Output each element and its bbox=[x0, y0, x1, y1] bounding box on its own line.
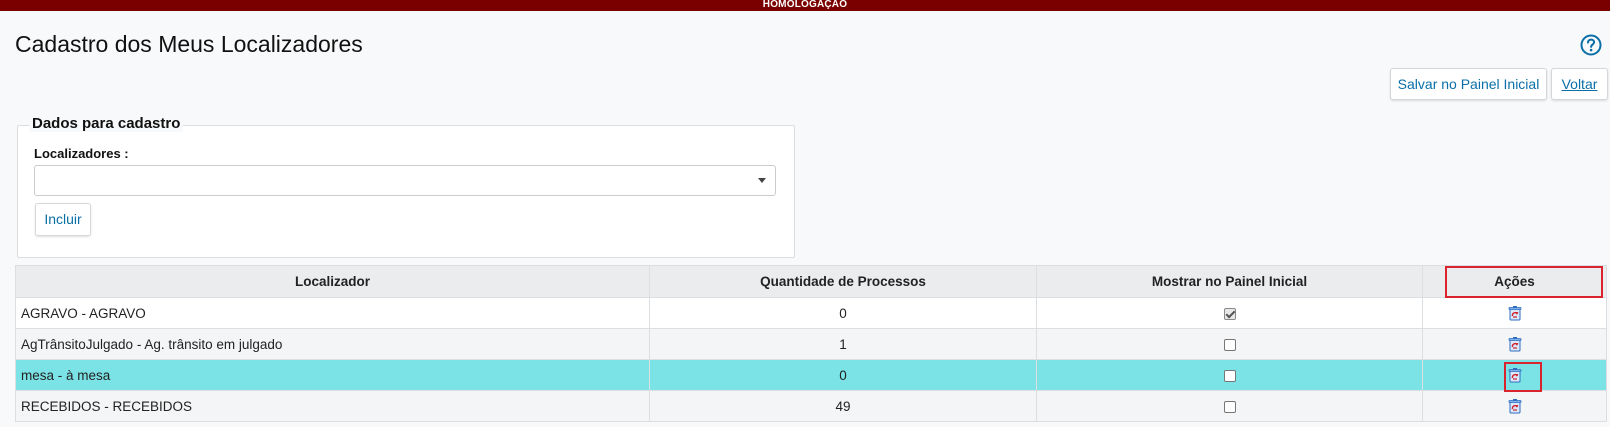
show-on-dashboard-checkbox[interactable] bbox=[1223, 338, 1236, 351]
trash-icon[interactable] bbox=[1507, 398, 1523, 414]
table-row[interactable]: AgTrânsitoJulgado - Ag. trânsito em julg… bbox=[15, 328, 1607, 360]
show-on-dashboard-checkbox[interactable] bbox=[1223, 307, 1236, 320]
show-on-dashboard-checkbox[interactable] bbox=[1223, 400, 1236, 413]
cell-quantidade: 0 bbox=[649, 297, 1037, 329]
column-header-localizador: Localizador bbox=[15, 265, 650, 298]
trash-icon[interactable] bbox=[1507, 305, 1523, 321]
trash-icon[interactable] bbox=[1507, 367, 1523, 383]
fieldset-legend: Dados para cadastro bbox=[29, 115, 184, 132]
table-row[interactable]: mesa - à mesa 0 bbox=[15, 359, 1607, 391]
trash-icon[interactable] bbox=[1507, 336, 1523, 352]
help-icon[interactable] bbox=[1580, 34, 1602, 56]
environment-banner: HOMOLOGAÇÃO bbox=[0, 0, 1610, 11]
localizadores-table: Localizador Quantidade de Processos Most… bbox=[15, 265, 1607, 422]
column-header-quantidade: Quantidade de Processos bbox=[649, 265, 1037, 298]
localizadores-select[interactable] bbox=[34, 165, 776, 196]
localizadores-label: Localizadores : bbox=[34, 146, 129, 161]
cell-localizador: AGRAVO - AGRAVO bbox=[15, 297, 650, 329]
cell-localizador: AgTrânsitoJulgado - Ag. trânsito em julg… bbox=[15, 328, 650, 360]
cell-localizador: mesa - à mesa bbox=[15, 359, 650, 391]
column-header-acoes: Ações bbox=[1422, 265, 1607, 298]
page-title: Cadastro dos Meus Localizadores bbox=[15, 31, 363, 57]
save-to-dashboard-button[interactable]: Salvar no Painel Inicial bbox=[1390, 68, 1547, 100]
column-header-mostrar: Mostrar no Painel Inicial bbox=[1036, 265, 1423, 298]
cell-quantidade: 1 bbox=[649, 328, 1037, 360]
include-button[interactable]: Incluir bbox=[35, 203, 91, 236]
show-on-dashboard-checkbox[interactable] bbox=[1223, 369, 1236, 382]
cell-quantidade: 49 bbox=[649, 390, 1037, 422]
back-button[interactable]: Voltar bbox=[1551, 68, 1608, 100]
table-header-row: Localizador Quantidade de Processos Most… bbox=[15, 265, 1607, 298]
cell-quantidade: 0 bbox=[649, 359, 1037, 391]
cell-localizador: RECEBIDOS - RECEBIDOS bbox=[15, 390, 650, 422]
chevron-down-icon bbox=[758, 178, 766, 183]
table-row[interactable]: AGRAVO - AGRAVO 0 bbox=[15, 297, 1607, 329]
table-row[interactable]: RECEBIDOS - RECEBIDOS 49 bbox=[15, 390, 1607, 422]
